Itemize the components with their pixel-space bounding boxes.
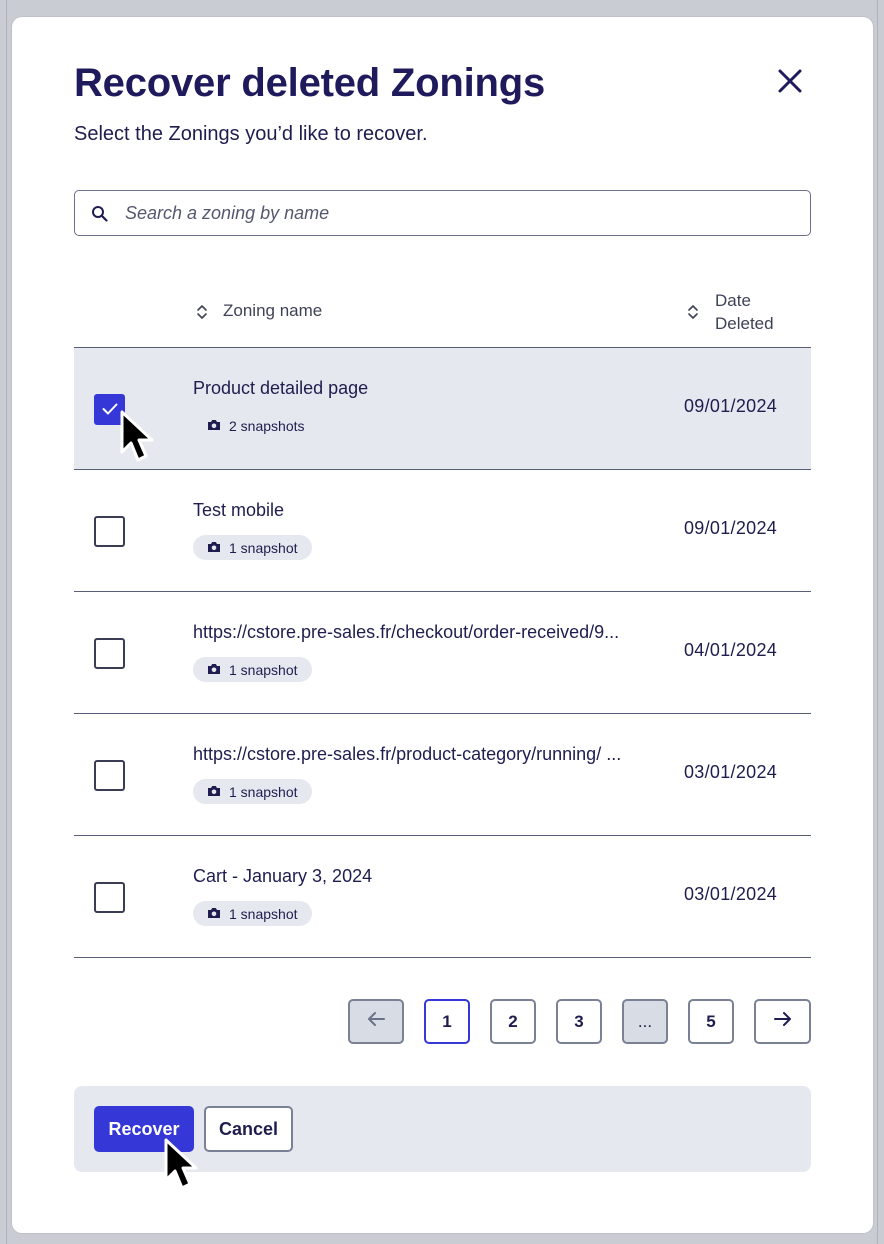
pagination-page-1[interactable]: 1 xyxy=(424,999,470,1044)
camera-icon xyxy=(207,662,221,678)
snapshot-badge: 1 snapshot xyxy=(193,657,312,682)
snapshot-count: 1 snapshot xyxy=(229,783,298,800)
search-input[interactable] xyxy=(125,199,795,227)
pagination-page-3[interactable]: 3 xyxy=(556,999,602,1044)
search-icon xyxy=(91,205,109,223)
snapshot-count: 2 snapshots xyxy=(229,417,305,434)
table-row[interactable]: Cart - January 3, 2024 1 snapshot 03/01/… xyxy=(74,835,811,957)
zoning-name[interactable]: Product detailed page xyxy=(193,378,368,399)
row-checkbox[interactable] xyxy=(94,638,125,669)
modal-subtitle: Select the Zonings you’d like to recover… xyxy=(74,123,428,145)
pagination-next-button[interactable] xyxy=(754,999,811,1044)
date-deleted: 03/01/2024 xyxy=(684,762,778,782)
zoning-name[interactable]: https://cstore.pre-sales.fr/checkout/ord… xyxy=(193,622,619,643)
pagination-ellipsis: ... xyxy=(622,999,668,1044)
search-box[interactable] xyxy=(74,190,811,236)
date-deleted: 09/01/2024 xyxy=(684,518,778,538)
recover-modal: Recover deleted Zonings Select the Zonin… xyxy=(12,17,873,1233)
modal-title: Recover deleted Zonings xyxy=(74,61,546,105)
arrow-right-icon xyxy=(773,1011,793,1032)
snapshot-count: 1 snapshot xyxy=(229,905,298,922)
table-row[interactable]: Product detailed page 2 snapshots 09/01/… xyxy=(74,347,811,469)
zoning-name[interactable]: https://cstore.pre-sales.fr/product-cate… xyxy=(193,744,621,765)
arrow-left-icon xyxy=(366,1011,386,1032)
close-icon[interactable] xyxy=(774,65,806,97)
snapshot-badge: 2 snapshots xyxy=(193,413,319,438)
mouse-pointer-icon xyxy=(118,410,166,470)
mouse-pointer-icon xyxy=(162,1138,210,1198)
pagination-prev-button[interactable] xyxy=(348,999,404,1044)
cancel-button[interactable]: Cancel xyxy=(204,1106,293,1152)
column-header-date-deleted[interactable]: Date Deleted xyxy=(715,289,774,335)
background-divider xyxy=(6,0,7,1244)
camera-icon xyxy=(207,418,221,434)
column-header-zoning-name[interactable]: Zoning name xyxy=(223,301,322,321)
table-row[interactable]: https://cstore.pre-sales.fr/checkout/ord… xyxy=(74,591,811,713)
date-deleted: 03/01/2024 xyxy=(684,884,778,904)
column-header-date-line1: Date xyxy=(715,291,751,310)
column-header-date-line2: Deleted xyxy=(715,314,774,333)
camera-icon xyxy=(207,784,221,800)
date-deleted: 09/01/2024 xyxy=(684,396,778,416)
table-row[interactable]: https://cstore.pre-sales.fr/product-cate… xyxy=(74,713,811,835)
camera-icon xyxy=(207,540,221,556)
snapshot-badge: 1 snapshot xyxy=(193,901,312,926)
row-checkbox[interactable] xyxy=(94,760,125,791)
date-deleted: 04/01/2024 xyxy=(684,640,778,660)
snapshot-count: 1 snapshot xyxy=(229,661,298,678)
pagination-page-2[interactable]: 2 xyxy=(490,999,536,1044)
pagination-page-5[interactable]: 5 xyxy=(688,999,734,1044)
row-checkbox[interactable] xyxy=(94,516,125,547)
background-divider xyxy=(877,0,878,1244)
sort-icon[interactable] xyxy=(196,303,208,321)
zoning-name[interactable]: Cart - January 3, 2024 xyxy=(193,866,372,887)
snapshot-count: 1 snapshot xyxy=(229,539,298,556)
snapshot-badge: 1 snapshot xyxy=(193,535,312,560)
row-checkbox[interactable] xyxy=(94,882,125,913)
sort-icon[interactable] xyxy=(687,303,699,321)
snapshot-badge: 1 snapshot xyxy=(193,779,312,804)
table-divider xyxy=(74,957,811,958)
table-row[interactable]: Test mobile 1 snapshot 09/01/2024 xyxy=(74,469,811,591)
camera-icon xyxy=(207,906,221,922)
zoning-name[interactable]: Test mobile xyxy=(193,500,284,521)
